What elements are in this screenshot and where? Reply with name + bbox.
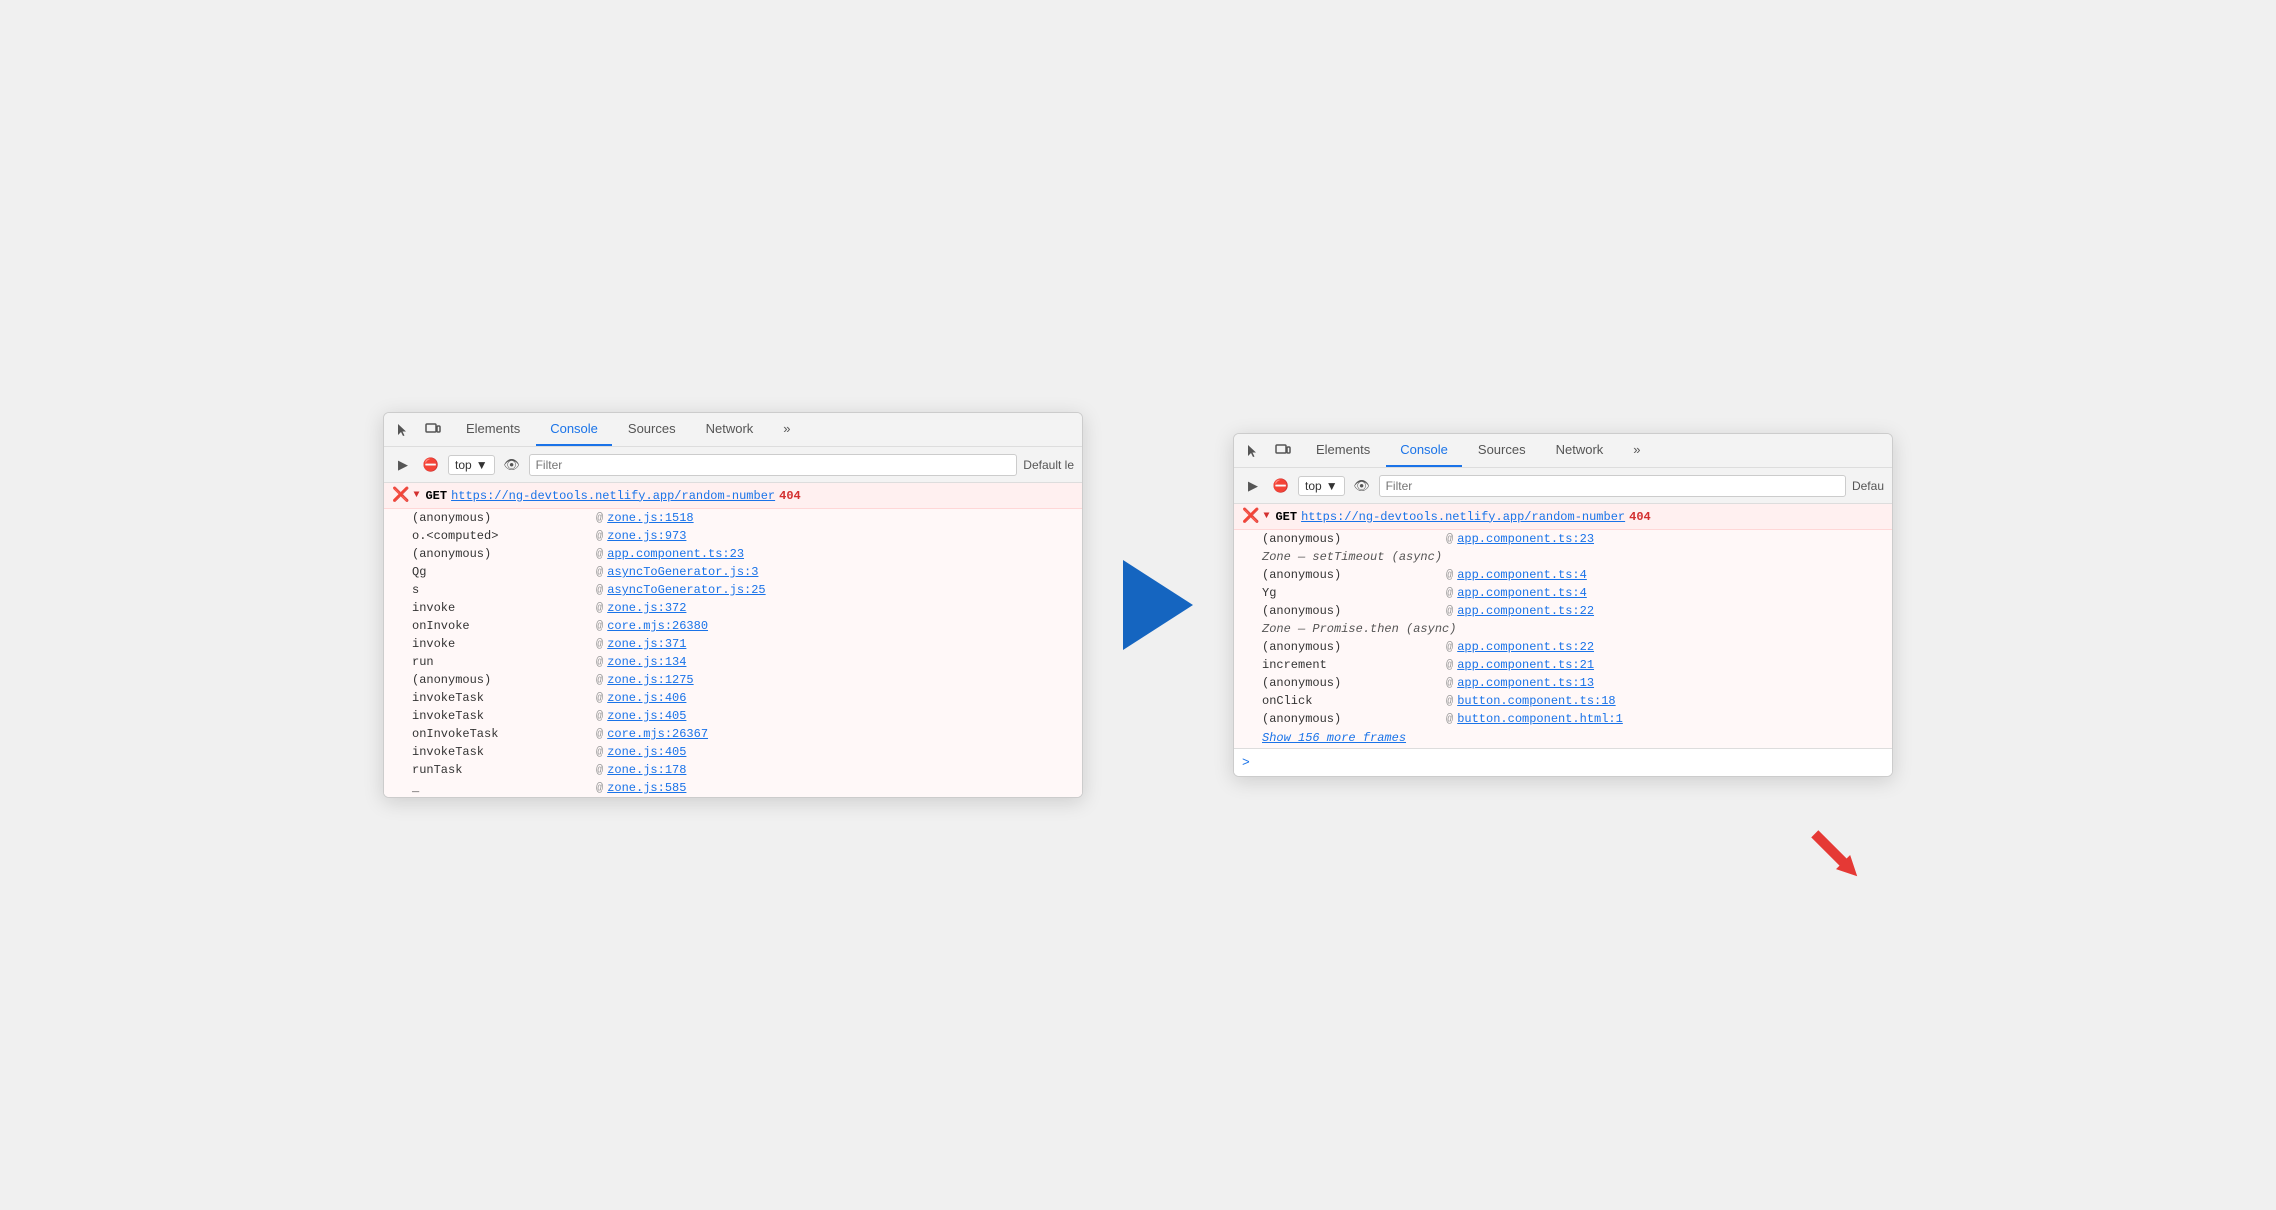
- tab-network-right[interactable]: Network: [1542, 434, 1618, 467]
- blue-arrow: [1123, 560, 1193, 650]
- stack-row-10: invokeTask @ zone.js:406: [384, 689, 1082, 707]
- stack-row-11: invokeTask @ zone.js:405: [384, 707, 1082, 725]
- eye-icon-right[interactable]: 👁: [1351, 475, 1373, 497]
- device-icon-right[interactable]: [1272, 440, 1294, 462]
- stack-row-3: Qg @ asyncToGenerator.js:3: [384, 563, 1082, 581]
- top-label-right: top: [1305, 479, 1322, 493]
- show-more-frames[interactable]: Show 156 more frames: [1234, 728, 1892, 748]
- right-stack-row-3: (anonymous) @ app.component.ts:22: [1234, 602, 1892, 620]
- run-icon[interactable]: ▶: [392, 454, 414, 476]
- stack-row-9: (anonymous) @ zone.js:1275: [384, 671, 1082, 689]
- stack-row-4: s @ asyncToGenerator.js:25: [384, 581, 1082, 599]
- left-devtools-panel: Elements Console Sources Network » ▶ ⛔ t…: [383, 412, 1083, 798]
- right-error-row: ❌ ▼ GET https://ng-devtools.netlify.app/…: [1234, 504, 1892, 530]
- right-stack-row-8: (anonymous) @ button.component.html:1: [1234, 710, 1892, 728]
- stack-row-0: (anonymous) @ zone.js:1518: [384, 509, 1082, 527]
- main-container: Elements Console Sources Network » ▶ ⛔ t…: [343, 372, 1933, 838]
- tab-elements-left[interactable]: Elements: [452, 413, 534, 446]
- filter-input-right[interactable]: [1379, 475, 1846, 497]
- left-error-row: ❌ ▼ GET https://ng-devtools.netlify.app/…: [384, 483, 1082, 509]
- stack-row-14: runTask @ zone.js:178: [384, 761, 1082, 779]
- right-devtools-panel: Elements Console Sources Network » ▶ ⛔ t…: [1233, 433, 1893, 777]
- error-url-right[interactable]: https://ng-devtools.netlify.app/random-n…: [1301, 510, 1625, 524]
- tab-console-left[interactable]: Console: [536, 413, 612, 446]
- tab-more-right[interactable]: »: [1619, 434, 1654, 467]
- right-stack-row-2: Yg @ app.component.ts:4: [1234, 584, 1892, 602]
- device-icon[interactable]: [422, 419, 444, 441]
- right-stack-row-6: (anonymous) @ app.component.ts:13: [1234, 674, 1892, 692]
- right-stack-row-5: increment @ app.component.ts:21: [1234, 656, 1892, 674]
- arrow-container: [1123, 560, 1193, 650]
- run-icon-right[interactable]: ▶: [1242, 475, 1264, 497]
- stack-row-6: onInvoke @ core.mjs:26380: [384, 617, 1082, 635]
- stack-row-8: run @ zone.js:134: [384, 653, 1082, 671]
- tab-sources-right[interactable]: Sources: [1464, 434, 1540, 467]
- top-select-left[interactable]: top ▼: [448, 455, 495, 475]
- right-stack-section: (anonymous) @ app.component.ts:23 Zone —…: [1234, 530, 1892, 748]
- stack-row-13: invokeTask @ zone.js:405: [384, 743, 1082, 761]
- right-console-toolbar: ▶ ⛔ top ▼ 👁 Defau: [1234, 468, 1892, 504]
- dropdown-arrow-left: ▼: [476, 458, 488, 472]
- filter-input-left[interactable]: [529, 454, 1018, 476]
- stack-row-1: o.<computed> @ zone.js:973: [384, 527, 1082, 545]
- expand-triangle-right[interactable]: ▼: [1263, 511, 1269, 522]
- right-stack-row-4: (anonymous) @ app.component.ts:22: [1234, 638, 1892, 656]
- block-icon-right[interactable]: ⛔: [1270, 475, 1292, 497]
- tab-more-left[interactable]: »: [769, 413, 804, 446]
- tab-console-right[interactable]: Console: [1386, 434, 1462, 467]
- stack-row-5: invoke @ zone.js:372: [384, 599, 1082, 617]
- tab-sources-left[interactable]: Sources: [614, 413, 690, 446]
- prompt-chevron[interactable]: >: [1242, 755, 1250, 770]
- cursor-icon[interactable]: [392, 419, 414, 441]
- error-method-right: GET: [1275, 510, 1297, 524]
- stack-row-12: onInvokeTask @ core.mjs:26367: [384, 725, 1082, 743]
- error-circle-icon-right: ❌: [1242, 508, 1259, 525]
- stack-row-15: _ @ zone.js:585: [384, 779, 1082, 797]
- right-prompt-row: >: [1234, 748, 1892, 776]
- error-circle-icon-left: ❌: [392, 487, 409, 504]
- top-label-left: top: [455, 458, 472, 472]
- stack-row-2: (anonymous) @ app.component.ts:23: [384, 545, 1082, 563]
- async-label-1: Zone — setTimeout (async): [1234, 548, 1892, 566]
- eye-icon-left[interactable]: 👁: [501, 454, 523, 476]
- left-tab-bar: Elements Console Sources Network »: [384, 413, 1082, 447]
- left-console-content: ❌ ▼ GET https://ng-devtools.netlify.app/…: [384, 483, 1082, 797]
- cursor-icon-right[interactable]: [1242, 440, 1264, 462]
- top-select-right[interactable]: top ▼: [1298, 476, 1345, 496]
- block-icon[interactable]: ⛔: [420, 454, 442, 476]
- right-console-content: ❌ ▼ GET https://ng-devtools.netlify.app/…: [1234, 504, 1892, 776]
- right-stack-row-0: (anonymous) @ app.component.ts:23: [1234, 530, 1892, 548]
- async-label-2: Zone — Promise.then (async): [1234, 620, 1892, 638]
- right-tab-bar: Elements Console Sources Network »: [1234, 434, 1892, 468]
- left-stack-section: (anonymous) @ zone.js:1518 o.<computed> …: [384, 509, 1082, 797]
- dropdown-arrow-right: ▼: [1326, 479, 1338, 493]
- right-stack-row-1: (anonymous) @ app.component.ts:4: [1234, 566, 1892, 584]
- right-stack-row-7: onClick @ button.component.ts:18: [1234, 692, 1892, 710]
- default-label-right: Defau: [1852, 479, 1884, 493]
- stack-row-7: invoke @ zone.js:371: [384, 635, 1082, 653]
- expand-triangle-left[interactable]: ▼: [413, 490, 419, 501]
- error-code-left: 404: [779, 489, 801, 503]
- tab-elements-right[interactable]: Elements: [1302, 434, 1384, 467]
- error-url-left[interactable]: https://ng-devtools.netlify.app/random-n…: [451, 489, 775, 503]
- left-console-toolbar: ▶ ⛔ top ▼ 👁 Default le: [384, 447, 1082, 483]
- error-method-left: GET: [425, 489, 447, 503]
- error-code-right: 404: [1629, 510, 1651, 524]
- tab-network-left[interactable]: Network: [692, 413, 768, 446]
- default-label-left: Default le: [1023, 458, 1074, 472]
